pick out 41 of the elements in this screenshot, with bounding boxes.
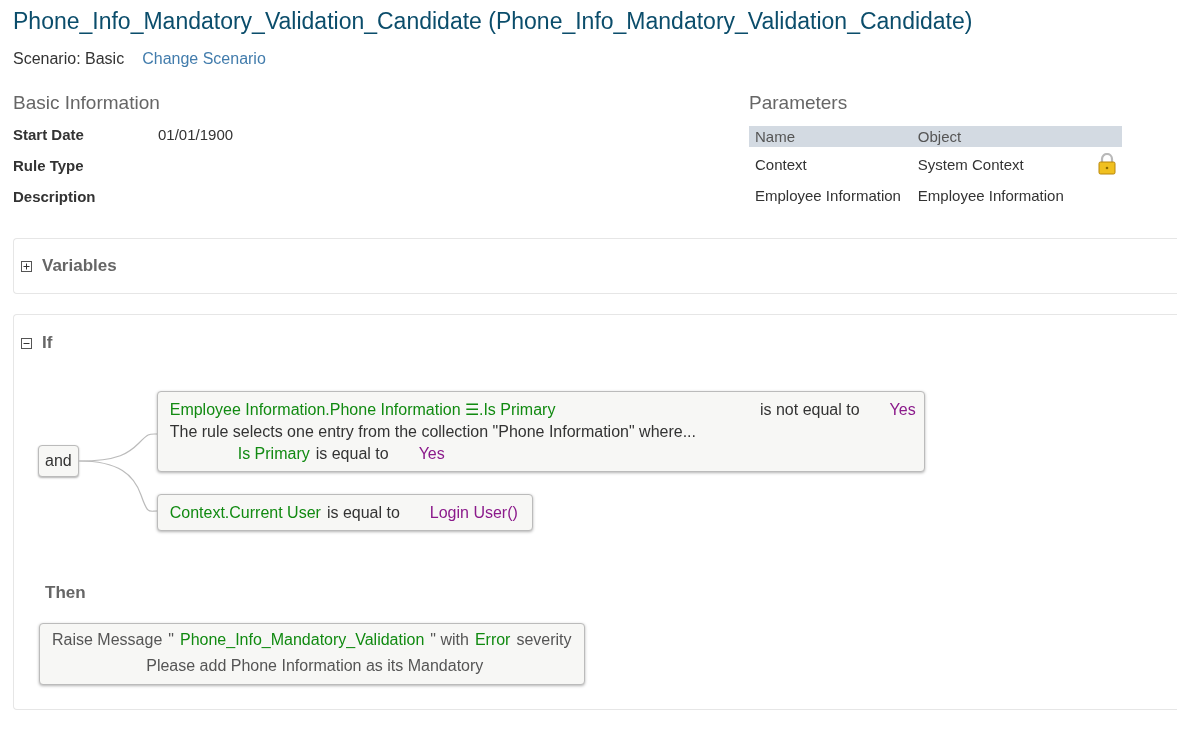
operator-text: is equal to xyxy=(315,444,389,464)
expand-icon[interactable] xyxy=(21,260,32,272)
field-term: Employee Information.Phone Information ☰.Is Primary xyxy=(169,400,557,420)
and-node[interactable]: and xyxy=(38,445,79,477)
rule-description: The rule selects one entry from the collection "Phone Information" where... xyxy=(169,422,696,442)
operator-text: " xyxy=(168,630,174,650)
condition-box[interactable]: Employee Information.Phone Information ☰.Is Primary is not equal to Yes The rule selects one entry from the collection "Phone Information" where... Is Primary is equal to Yes xyxy=(156,391,925,472)
field-label: Start Date xyxy=(13,126,85,143)
field-label: Description xyxy=(13,188,97,205)
field-term: Error xyxy=(474,630,511,650)
field-term: Context.Current User xyxy=(169,503,321,523)
section-heading: Parameters xyxy=(749,92,849,114)
column-header: Object xyxy=(911,126,1092,147)
section-heading: Basic Information xyxy=(13,92,161,114)
operator-text: is equal to xyxy=(326,503,400,523)
field-term: Phone_Info_Mandatory_Validation xyxy=(179,630,425,650)
value-term: Yes xyxy=(418,444,445,464)
field-value: 01/01/1900 xyxy=(158,126,234,143)
operator-text: is not equal to xyxy=(759,400,860,420)
column-header: Name xyxy=(749,126,912,147)
operator-text: severity xyxy=(516,630,572,650)
operator-text: Raise Message xyxy=(52,630,163,650)
table-cell-text: Employee Information xyxy=(754,186,902,206)
field-label: Rule Type xyxy=(13,157,85,174)
value-term: Login User() xyxy=(429,503,518,523)
action-box[interactable]: Raise Message " Phone_Info_Mandatory_Validation " with Error severity Please add Phone Information as its Mandatory xyxy=(39,623,585,685)
section-title[interactable]: Variables xyxy=(42,256,117,276)
value-term: Yes xyxy=(889,400,916,420)
change-scenario-link[interactable]: Change Scenario xyxy=(142,50,266,68)
section-title: Then xyxy=(45,583,87,603)
table-cell: System Context xyxy=(911,147,1092,181)
table-cell-text: Employee Information xyxy=(916,186,1065,206)
condition-box[interactable]: Context.Current User is equal to Login User() xyxy=(156,494,533,531)
scenario-label: Scenario: Basic xyxy=(13,50,125,68)
operator-text: " with xyxy=(430,630,469,650)
section-title[interactable]: If xyxy=(42,333,53,353)
field-term: Is Primary xyxy=(237,444,310,464)
page-title: Phone_Info_Mandatory_Validation_Candidate (Phone_Info_Mandatory_Validation_Candidate) xyxy=(13,7,974,36)
collapse-icon[interactable] xyxy=(21,337,32,349)
message-text: Please add Phone Information as its Mandatory xyxy=(145,656,485,676)
table-cell: Context xyxy=(749,147,912,181)
